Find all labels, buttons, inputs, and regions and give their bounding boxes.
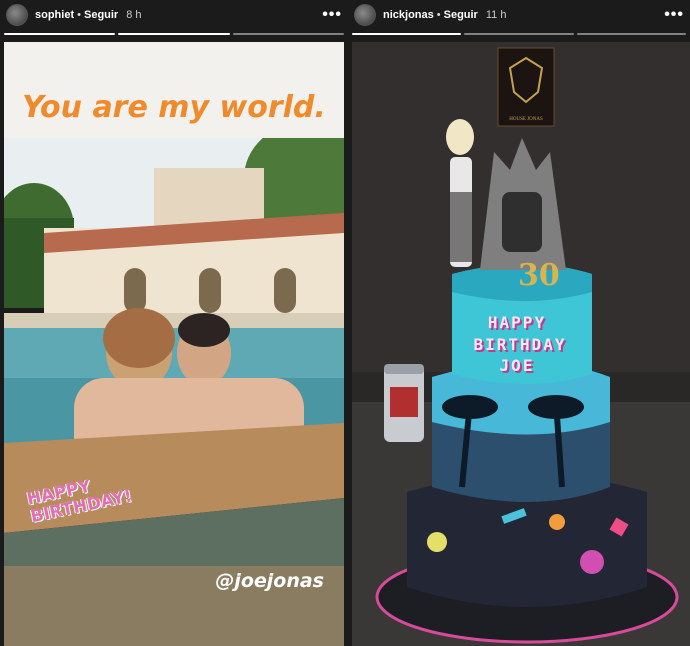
progress-segment: [464, 33, 574, 35]
username[interactable]: sophiet: [35, 9, 74, 21]
separator-dot: •: [436, 9, 441, 21]
avatar[interactable]: [6, 4, 28, 26]
story-header: sophiet • Seguir 8 h •••: [6, 3, 342, 27]
story-sophiet[interactable]: sophiet • Seguir 8 h ••• You are my worl…: [0, 0, 348, 646]
progress-segment: [232, 33, 344, 35]
progress-segment: [576, 33, 686, 35]
story-progress: [4, 33, 344, 35]
cake-text-line: BIRTHDAY: [473, 335, 567, 354]
cake-text-line: HAPPY: [487, 313, 547, 332]
story-nickjonas[interactable]: nickjonas • Seguir 11 h ••• 30 HOUSE JON…: [348, 0, 690, 646]
progress-segment: [118, 33, 230, 35]
username[interactable]: nickjonas: [383, 9, 434, 21]
follow-button[interactable]: Seguir: [84, 9, 118, 21]
progress-segment: [352, 33, 462, 35]
timestamp: 8 h: [126, 9, 142, 21]
avatar[interactable]: [354, 4, 376, 26]
timestamp: 11 h: [485, 9, 507, 21]
topper-number: 30: [518, 258, 560, 293]
story-header: nickjonas • Seguir 11 h •••: [354, 3, 684, 27]
follow-button[interactable]: Seguir: [444, 9, 478, 21]
cake-text-line: JOE: [499, 356, 535, 375]
separator-dot: •: [77, 9, 81, 21]
more-options-icon[interactable]: •••: [664, 6, 684, 24]
sign-text: HOUSE JONAS: [509, 117, 543, 122]
progress-segment: [4, 33, 116, 35]
story-headline: You are my world.: [22, 90, 326, 125]
more-options-icon[interactable]: •••: [322, 6, 342, 24]
mention-tag[interactable]: @joejonas: [215, 570, 324, 592]
story-progress: [352, 33, 686, 35]
